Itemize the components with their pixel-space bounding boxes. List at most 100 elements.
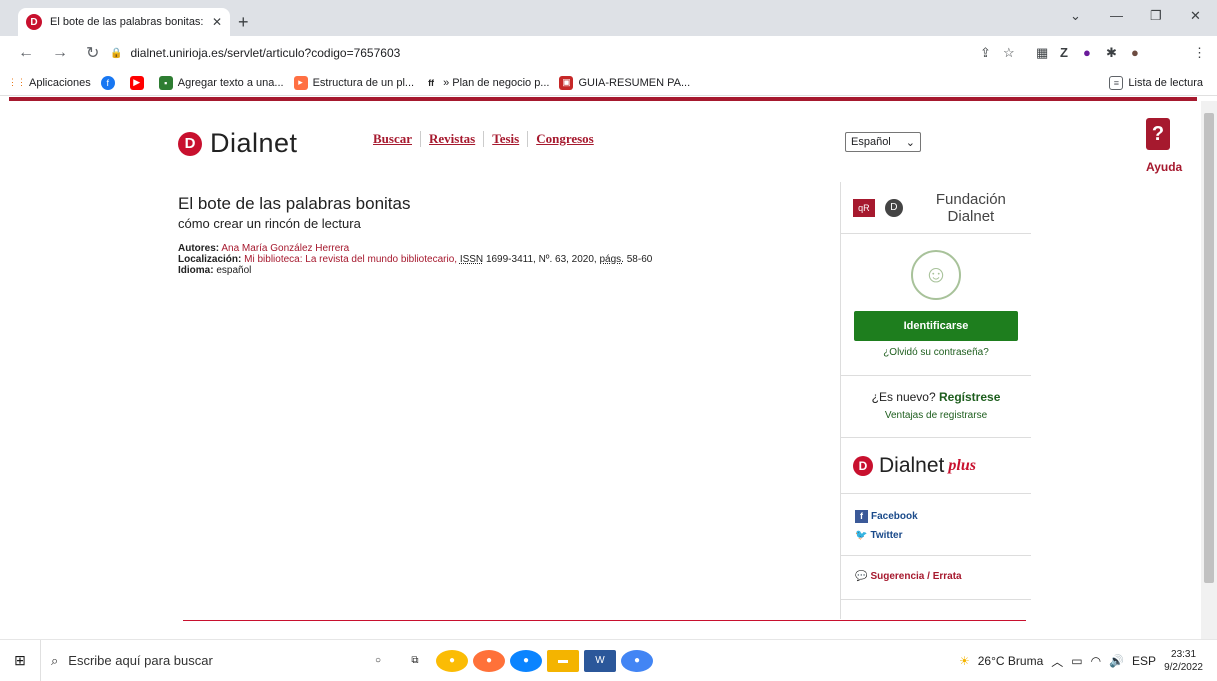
help-icon[interactable]: ? [1146, 118, 1170, 150]
footer-divider [183, 620, 1026, 621]
register-link[interactable]: Regístrese [939, 390, 1000, 404]
chevron-up-icon[interactable]: ︿ [1051, 653, 1063, 670]
dialnet-d-icon: D [884, 198, 903, 217]
scrollbar-thumb[interactable] [1204, 113, 1214, 583]
main-menu: Buscar Revistas Tesis Congresos [365, 131, 602, 147]
twitter-link[interactable]: 🐦 Twitter [855, 526, 1031, 545]
ff-icon: ff [428, 77, 435, 88]
menu-tesis[interactable]: Tesis [484, 131, 529, 147]
word-icon[interactable]: W [584, 649, 616, 672]
taskbar-search[interactable]: ⌕ Escribe aquí para buscar [40, 639, 322, 681]
tab-search-icon[interactable]: ⌄ [1070, 8, 1081, 24]
bookmark-label: Estructura de un pl... [312, 76, 415, 89]
battery-icon[interactable]: ▭ [1071, 654, 1082, 668]
page-scrollbar[interactable] [1201, 101, 1217, 639]
forgot-password-link[interactable]: ¿Olvidó su contraseña? [841, 347, 1031, 358]
forward-icon[interactable]: → [52, 44, 68, 62]
en-extension-icon[interactable]: ● [1083, 45, 1091, 60]
bookmark-youtube[interactable]: ▶ [129, 75, 149, 90]
pags-abbr: págs. [599, 254, 624, 265]
facebook-icon: f [855, 510, 868, 523]
chrome-icon[interactable]: ● [621, 649, 653, 672]
tab-strip: D El bote de las palabras bonitas: c ✕ +… [0, 0, 1217, 36]
menu-dots-icon[interactable]: ⋮ [1193, 45, 1206, 61]
article-subtitle: cómo crear un rincón de lectura [178, 216, 361, 231]
browser-tab[interactable]: D El bote de las palabras bonitas: c ✕ [18, 8, 230, 36]
article-title: El bote de las palabras bonitas [178, 194, 411, 213]
user-avatar-icon: ☺ [911, 250, 961, 300]
close-tab-icon[interactable]: ✕ [212, 15, 222, 29]
menu-buscar[interactable]: Buscar [365, 131, 421, 147]
back-icon[interactable]: ← [18, 44, 34, 62]
bookmark-apps[interactable]: ⋮⋮ Aplicaciones [8, 76, 91, 90]
lock-icon[interactable]: 🔒 [110, 48, 122, 59]
apps-grid-icon: ⋮⋮ [8, 77, 26, 87]
dialnet-plus-logo[interactable]: D Dialnet plus [841, 438, 1031, 494]
restore-icon[interactable]: ❐ [1150, 8, 1162, 24]
author-link[interactable]: Ana María González Herrera [221, 243, 349, 254]
close-window-icon[interactable]: ✕ [1190, 8, 1201, 24]
address-bar[interactable]: 🔒 dialnet.unirioja.es/servlet/articulo?c… [110, 40, 1030, 66]
edge-icon[interactable]: ● [510, 649, 542, 672]
facebook-icon: f [100, 75, 115, 90]
advantages-link[interactable]: Ventajas de registrarse [841, 410, 1031, 421]
z-extension-icon[interactable]: Z [1060, 45, 1068, 60]
search-placeholder: Escribe aquí para buscar [68, 653, 213, 668]
reading-list[interactable]: ≡ Lista de lectura [1109, 75, 1203, 90]
login-button[interactable]: Identificarse [854, 311, 1018, 341]
bookmark-facebook[interactable]: f [100, 75, 120, 90]
bookmark-guia[interactable]: ▣ GUIA-RESUMEN PA... [559, 75, 691, 90]
windows-start-icon[interactable]: ⊞ [0, 640, 40, 681]
facebook-link[interactable]: f Facebook [855, 507, 1031, 526]
logo-text: Dialnet [210, 128, 298, 158]
profile-avatar-icon[interactable]: ● [1131, 45, 1139, 60]
new-tab-icon[interactable]: + [238, 12, 249, 33]
chrome-canary-icon[interactable]: ● [436, 649, 468, 672]
bookmark-label: » Plan de negocio p... [443, 76, 550, 89]
unirioja-icon: qR [853, 198, 875, 217]
suggestion-link[interactable]: 💬 Sugerencia / Errata [841, 556, 1031, 600]
wifi-icon[interactable]: ◠ [1091, 654, 1101, 668]
image-icon: ▪ [158, 75, 173, 90]
bookmark-estructura[interactable]: ▸ Estructura de un pl... [293, 75, 415, 90]
bookmark-agregar[interactable]: ▪ Agregar texto a una... [158, 75, 284, 90]
slide-icon: ▸ [293, 75, 308, 90]
bookmark-label: Aplicaciones [29, 76, 91, 89]
journal-link[interactable]: Mi biblioteca: La revista del mundo bibl… [244, 254, 457, 265]
reload-icon[interactable]: ↻ [86, 43, 99, 63]
grid-extension-icon[interactable]: ▦ [1036, 45, 1048, 61]
dialnet-d-icon: D [853, 455, 873, 476]
language-select[interactable]: Español ⌄ [845, 132, 921, 152]
help-label[interactable]: Ayuda [1146, 160, 1182, 174]
dialnet-logo[interactable]: D Dialnet [178, 128, 298, 159]
windows-taskbar: ⊞ ⌕ Escribe aquí para buscar ○ ⧉ ● ● ● ▬… [0, 639, 1217, 681]
input-language[interactable]: ESP [1132, 654, 1156, 668]
bookmark-plan[interactable]: ff » Plan de negocio p... [424, 76, 549, 90]
plus-logo-text: Dialnet [879, 453, 945, 477]
facebook-label: Facebook [871, 511, 918, 522]
youtube-icon: ▶ [129, 75, 144, 90]
task-view-icon[interactable]: ⧉ [399, 650, 431, 672]
presentation-icon: ▣ [559, 75, 574, 90]
login-section: ☺ Identificarse ¿Olvidó su contraseña? [841, 234, 1031, 376]
dialnet-d-icon: D [178, 131, 202, 156]
bookmark-label: Agregar texto a una... [177, 76, 284, 89]
file-explorer-icon[interactable]: ▬ [547, 649, 579, 672]
minimize-icon[interactable]: — [1110, 8, 1123, 23]
firefox-icon[interactable]: ● [473, 649, 505, 672]
clock[interactable]: 23:31 9/2/2022 [1164, 648, 1203, 674]
menu-revistas[interactable]: Revistas [421, 131, 485, 147]
twitter-label: Twitter [870, 530, 903, 541]
volume-icon[interactable]: 🔊 [1109, 654, 1124, 668]
bookmark-label: GUIA-RESUMEN PA... [578, 76, 691, 89]
extensions-puzzle-icon[interactable]: ✱ [1106, 45, 1117, 61]
fundacion-dialnet-logo[interactable]: qR D Fundación Dialnet [841, 182, 1031, 234]
bookmark-star-icon[interactable]: ☆ [1003, 45, 1015, 61]
weather-icon[interactable]: ☀ [959, 654, 970, 668]
system-tray: ☀ 26°C Bruma ︿ ▭ ◠ 🔊 ESP 23:31 9/2/2022 [959, 640, 1217, 681]
menu-congresos[interactable]: Congresos [528, 131, 602, 147]
weather-text[interactable]: 26°C Bruma [978, 654, 1044, 668]
cortana-icon[interactable]: ○ [362, 650, 394, 672]
language-value: Español [851, 136, 891, 148]
share-icon[interactable]: ⇪ [980, 45, 991, 61]
